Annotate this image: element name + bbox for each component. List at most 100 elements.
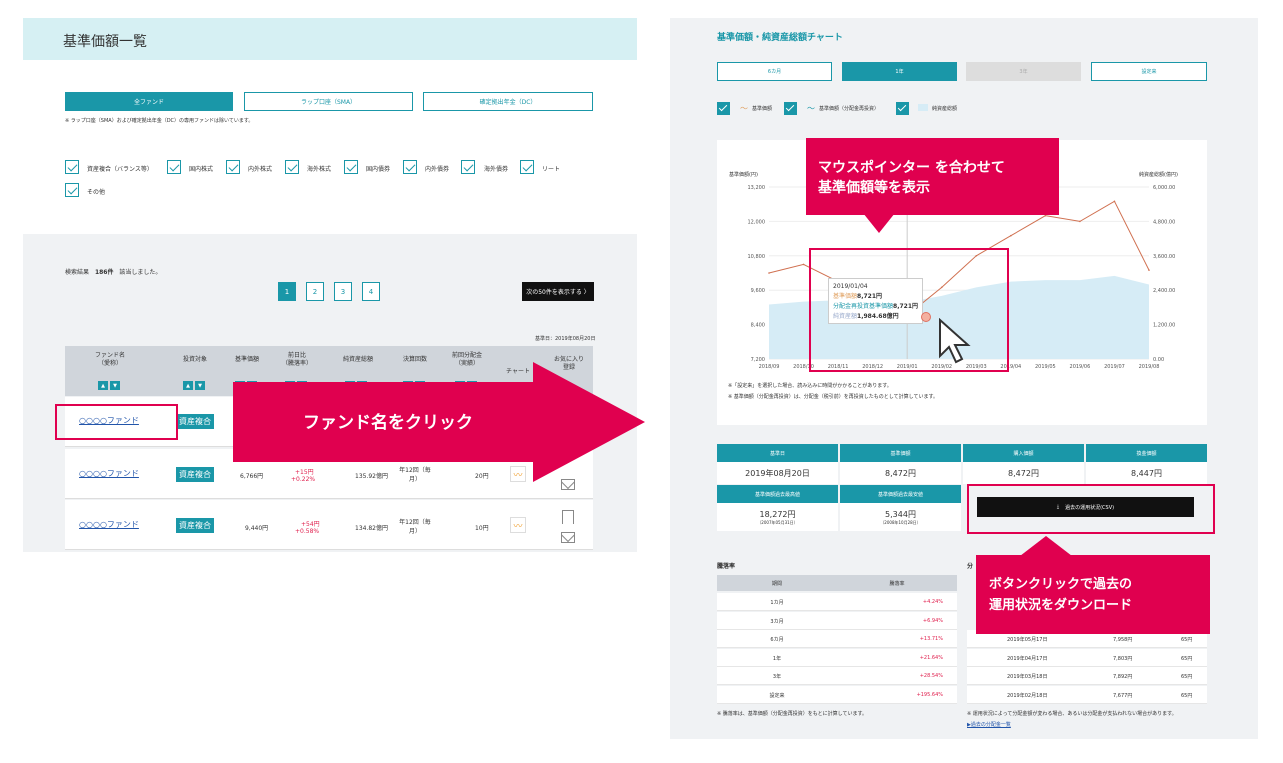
page-1-button[interactable]: 1 — [278, 282, 296, 301]
perf-row: 1カ月 +4.24% — [717, 593, 957, 611]
assets-value: 134.82億円 — [355, 525, 388, 532]
perf-period: 設定来 — [769, 692, 785, 699]
perf-header: 騰落率 — [837, 575, 957, 591]
dist-nav: 7,958円 — [1113, 637, 1133, 643]
perf-period: 1カ月 — [770, 600, 784, 606]
fund-sort: ▲ ▼ — [98, 381, 120, 390]
info-header: 基準価額過去最高値 — [717, 485, 838, 503]
tooltip-date: 2019/01/04 — [833, 283, 868, 290]
y-tick-label-right: 2,400.00 — [1153, 288, 1175, 294]
period-tab-3y[interactable]: 3年 — [966, 62, 1081, 81]
tooltip-assets-label: 純資産額 — [833, 313, 858, 320]
x-tick-label: 2019/06 — [1070, 364, 1091, 370]
tab-all-funds[interactable]: 全ファンド — [65, 92, 233, 111]
filter-label: 資産複合（バランス等） — [87, 166, 153, 173]
legend-checkbox-assets[interactable] — [896, 102, 909, 115]
data-point — [1010, 234, 1012, 237]
data-point — [1148, 269, 1150, 271]
tooltip-reinvest: 8,721円 — [893, 303, 918, 310]
perf-row: 設定来 +195.64% — [717, 685, 957, 704]
legend-checkbox-nav[interactable] — [717, 102, 730, 115]
period-tab-since-inception[interactable]: 設定来 — [1091, 62, 1207, 81]
info-value: 8,472円 — [963, 462, 1084, 484]
x-tick-label: 2018/09 — [759, 364, 780, 370]
y-tick-label-left: 8,400 — [751, 323, 765, 329]
sort-desc-button[interactable]: ▼ — [195, 381, 205, 390]
dist-nav: 7,892円 — [1113, 674, 1133, 680]
past-dist-link[interactable]: ▶過去の分配金一覧 — [967, 721, 1011, 728]
period-tab-6m[interactable]: 6カ月 — [717, 62, 832, 81]
tabs-note: ※ ラップ口座（SMA）および確定拠出年金（DC）の専用ファンドは除いています。 — [65, 118, 254, 124]
x-tick-label: 2019/07 — [1104, 364, 1125, 370]
sort-asc-button[interactable]: ▲ — [98, 381, 108, 390]
asset-badge: 資産複合 — [176, 414, 214, 429]
perf-row: 3カ月 +6.94% — [717, 611, 957, 630]
dist-date: 2019年02月18日 — [1007, 692, 1048, 699]
chart-icon[interactable]: 〰 — [510, 517, 526, 533]
info-header: 基準価額過去最安値 — [840, 485, 961, 503]
results-count: 検索結果 186件 該当しました。 — [65, 269, 162, 276]
y-tick-label-left: 12,000 — [748, 219, 766, 225]
perf-row: 6カ月 +13.71% — [717, 630, 957, 648]
y-axis-label-right: 純資産総額(億円) — [1139, 171, 1178, 178]
settle-value: 年12回（毎月） — [399, 519, 431, 535]
tab-sma[interactable]: ラップ口座（SMA） — [244, 92, 413, 111]
fund-name-link[interactable]: ○○○○ファンド — [79, 468, 139, 479]
sort-desc-button[interactable]: ▼ — [110, 381, 120, 390]
dist-dist: 65円 — [1181, 674, 1193, 680]
filter-checkbox[interactable] — [461, 160, 475, 174]
tooltip-nav: 8,721円 — [857, 293, 882, 300]
y-tick-label-right: 6,000.00 — [1153, 185, 1175, 191]
filter-checkbox[interactable] — [65, 183, 79, 197]
perf-row: 1年 +21.64% — [717, 648, 957, 667]
dist-value: 10円 — [475, 525, 489, 532]
dist-date: 2019年03月18日 — [1007, 674, 1048, 680]
area-icon — [918, 104, 928, 111]
legend-label-assets: 純資産総額 — [932, 106, 958, 112]
data-point — [802, 263, 805, 266]
page-header: 基準価額一覧 — [23, 18, 637, 60]
filter-label: 内外債券 — [425, 166, 450, 173]
filter-checkbox[interactable] — [226, 160, 240, 174]
bookmark-icon[interactable] — [562, 510, 574, 524]
chart-note: ※「設定来」を選択した場合、読み込みに時間がかかることがあります。 — [728, 383, 892, 389]
perf-header: 期間 — [717, 575, 837, 591]
next-page-button[interactable]: 次の50件を表示する 〉 — [522, 282, 594, 301]
asset-badge: 資産複合 — [176, 518, 214, 533]
dist-dist: 65円 — [1181, 692, 1193, 699]
filter-checkbox[interactable] — [285, 160, 299, 174]
filter-checkbox[interactable] — [344, 160, 358, 174]
perf-rate: +6.94% — [922, 617, 943, 624]
col-fund: ファンド名 （愛称） — [94, 352, 125, 367]
page-3-button[interactable]: 3 — [334, 282, 352, 301]
filter-checkbox[interactable] — [403, 160, 417, 174]
y-tick-label-right: 4,800.00 — [1153, 219, 1175, 225]
nav-value: 9,440円 — [245, 525, 269, 532]
asset-badge: 資産複合 — [176, 467, 214, 482]
fund-name-link[interactable]: ○○○○ファンド — [79, 519, 139, 530]
page-4-button[interactable]: 4 — [362, 282, 380, 301]
y-tick-label-left: 10,800 — [748, 254, 766, 260]
filter-checkbox[interactable] — [520, 160, 534, 174]
perf-period: 3年 — [772, 674, 782, 680]
dist-row: 2019年02月18日 7,677円 65円 — [967, 685, 1207, 704]
filter-label: 国内債券 — [366, 166, 391, 173]
chart-title: 基準価額・純資産総額チャート — [717, 33, 843, 43]
page-2-button[interactable]: 2 — [306, 282, 324, 301]
period-tab-1y[interactable]: 1年 — [842, 62, 957, 81]
callout-csv-text: ボタンクリックで過去の 運用状況をダウンロード — [989, 577, 1133, 613]
line-icon: 〜 — [740, 104, 748, 113]
sort-asc-button[interactable]: ▲ — [183, 381, 193, 390]
info-header: 基準日 — [717, 444, 838, 462]
dist-date: 2019年05月17日 — [1007, 637, 1048, 643]
perf-rate: +4.24% — [922, 599, 943, 605]
tab-dc[interactable]: 確定拠出年金（DC） — [423, 92, 593, 111]
legend-checkbox-reinvest[interactable] — [784, 102, 797, 115]
y-tick-label-right: 0.00 — [1153, 357, 1164, 363]
legend-label-reinvest: 基準価額（分配金再投資） — [819, 106, 880, 112]
info-header: 購入価額 — [963, 444, 1084, 462]
filter-checkbox[interactable] — [65, 160, 79, 174]
filter-checkbox[interactable] — [167, 160, 181, 174]
mail-icon[interactable] — [561, 532, 575, 543]
fund-name-highlight — [55, 404, 178, 440]
